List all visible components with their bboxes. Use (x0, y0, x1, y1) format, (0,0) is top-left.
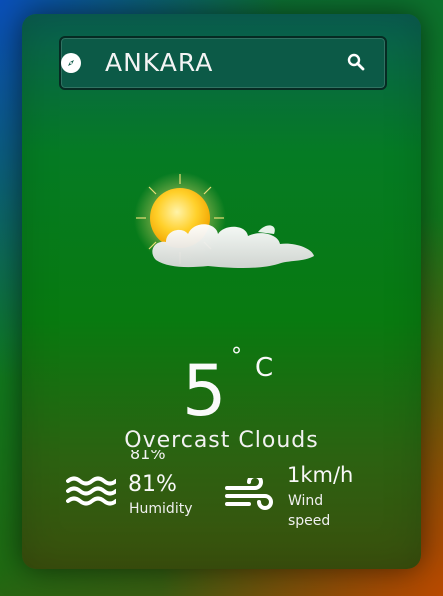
wind-speed-label: Wind speed (288, 493, 331, 529)
wind-speed-value: 1km/h (287, 463, 354, 487)
degree-symbol: ° (231, 344, 242, 369)
city-input[interactable]: ANKARA (105, 48, 213, 77)
search-icon[interactable] (347, 53, 365, 71)
temperature-unit: C (255, 353, 274, 383)
weather-description: Overcast Clouds (124, 428, 319, 453)
humidity-ghost-text: 81% (130, 450, 166, 460)
wind-icon (225, 474, 275, 516)
temperature-value: 5 (182, 350, 227, 432)
weather-card: ANKARA 5 ° C Overcast Clouds 81% 81% Hum… (22, 14, 421, 569)
humidity-label: Humidity (129, 501, 193, 517)
waves-icon (66, 476, 118, 510)
compass-icon[interactable] (61, 53, 81, 73)
humidity-value: 81% (128, 472, 177, 497)
search-bar[interactable]: ANKARA (59, 36, 387, 90)
sun-behind-cloud-icon (128, 172, 318, 286)
